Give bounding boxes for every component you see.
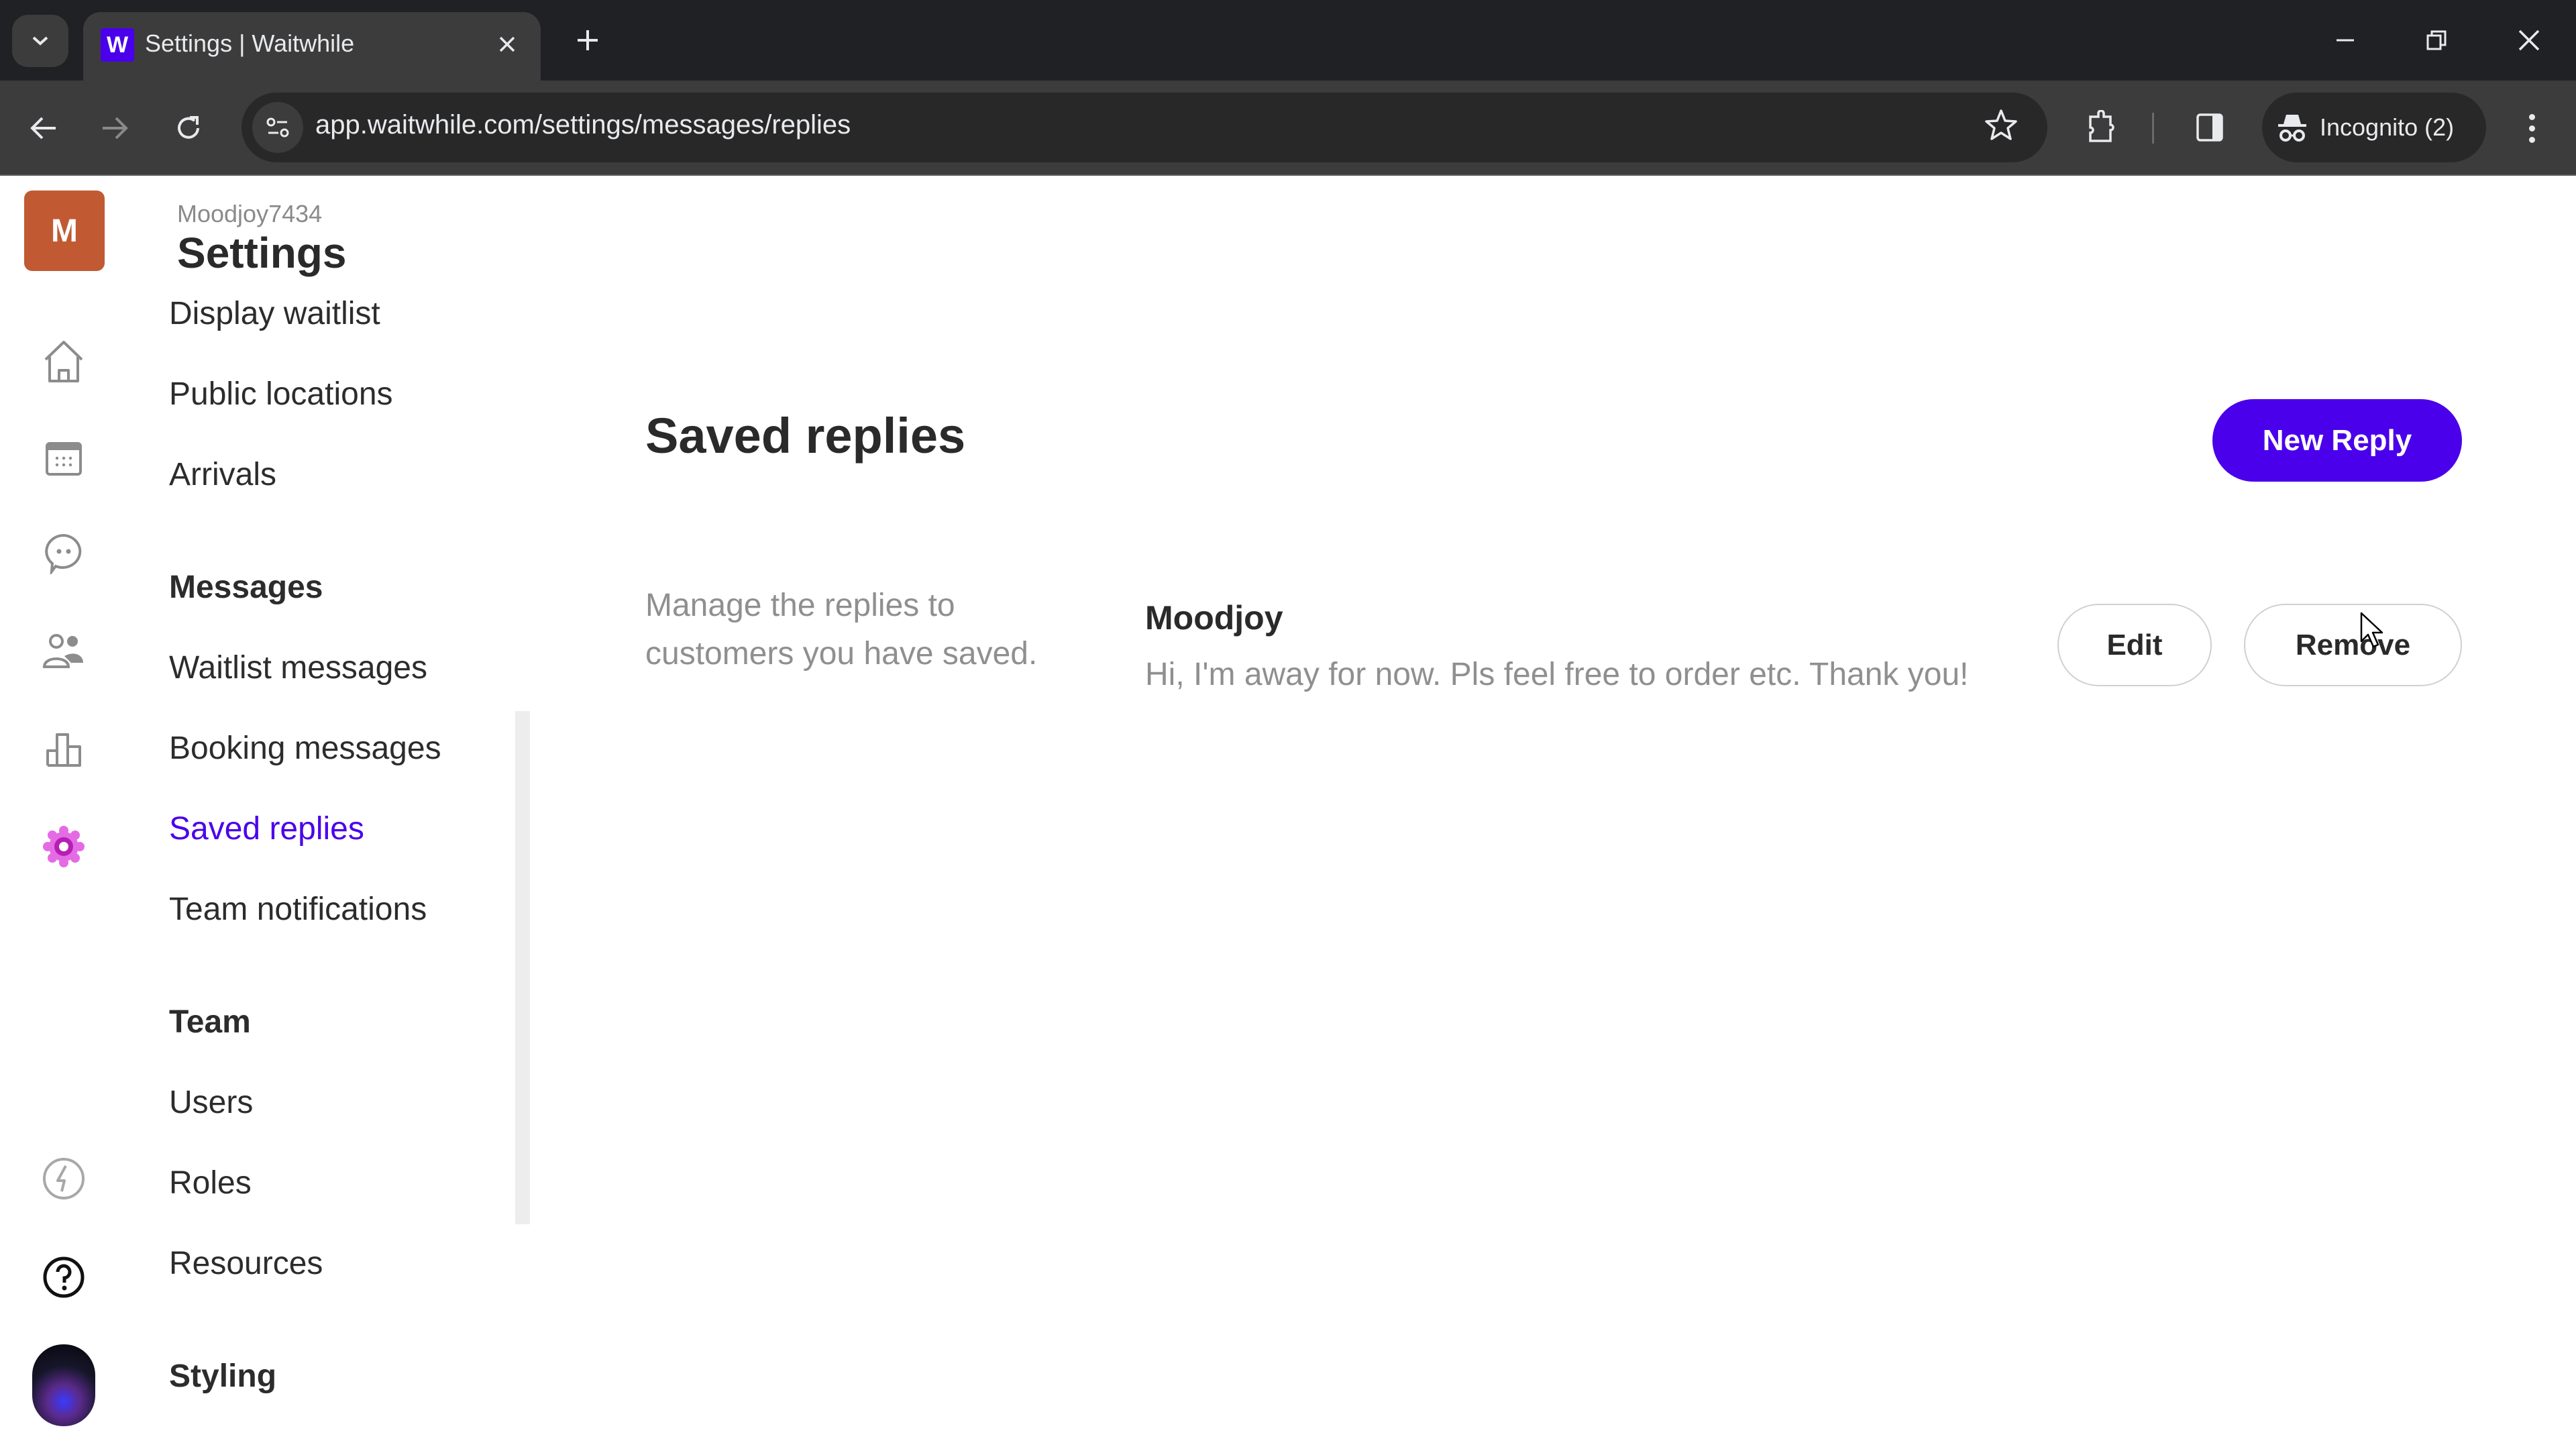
extensions-button[interactable] xyxy=(2080,106,2123,149)
page-title: Saved replies xyxy=(645,408,966,464)
plus-icon xyxy=(578,30,598,50)
help-icon xyxy=(43,1256,85,1298)
reload-icon xyxy=(178,116,199,139)
rail-home-button[interactable] xyxy=(37,335,91,388)
sidebar-heading-styling: Styling xyxy=(169,1358,277,1394)
rail-analytics-button[interactable] xyxy=(37,722,91,776)
users-icon xyxy=(42,634,83,668)
bookmark-button[interactable] xyxy=(1983,107,2019,152)
minimize-button[interactable] xyxy=(2318,13,2372,67)
kebab-icon xyxy=(2528,113,2535,120)
app-page: M Moodjoy7434 Settings Display waitlist … xyxy=(0,176,2576,1449)
chevron-down-icon xyxy=(32,36,48,46)
browser-tab[interactable]: W Settings | Waitwhile xyxy=(83,12,541,80)
sidebar-item-users[interactable]: Users xyxy=(169,1084,253,1121)
sidebar-scrollbar[interactable] xyxy=(515,711,530,1224)
page-description: Manage the replies to customers you have… xyxy=(645,588,1038,672)
back-button[interactable] xyxy=(20,105,67,152)
browser-toolbar: app.waitwhile.com/settings/messages/repl… xyxy=(0,80,2576,176)
site-info-button[interactable] xyxy=(252,102,303,153)
toolbar-separator xyxy=(2152,113,2154,144)
incognito-icon xyxy=(2278,115,2306,142)
forward-button[interactable] xyxy=(91,105,138,152)
sidebar-item-booking-messages[interactable]: Booking messages xyxy=(169,730,441,767)
sidebar-item-saved-replies[interactable]: Saved replies xyxy=(169,810,364,847)
incognito-label: Incognito (2) xyxy=(2320,113,2455,141)
rail-settings-button[interactable] xyxy=(37,820,91,873)
home-icon xyxy=(44,341,83,382)
chat-icon xyxy=(45,533,82,574)
sidebar-heading-team: Team xyxy=(169,1004,251,1040)
new-tab-button[interactable] xyxy=(568,20,608,60)
restore-button[interactable] xyxy=(2410,13,2463,67)
rail-whats-new-button[interactable] xyxy=(37,1152,91,1205)
rail-calendar-button[interactable] xyxy=(37,431,91,485)
incognito-indicator[interactable]: Incognito (2) xyxy=(2262,93,2486,162)
sidebar-item-resources[interactable]: Resources xyxy=(169,1245,323,1282)
rail-messages-button[interactable] xyxy=(37,526,91,580)
close-tab-button[interactable] xyxy=(488,25,526,63)
reload-button[interactable] xyxy=(165,105,212,152)
new-reply-button[interactable]: New Reply xyxy=(2212,399,2462,482)
url-text[interactable]: app.waitwhile.com/settings/messages/repl… xyxy=(315,110,851,140)
sidebar-heading-messages: Messages xyxy=(169,570,323,605)
reply-name: Moodjoy xyxy=(1145,599,1283,637)
sidebar-item-display-waitlist[interactable]: Display waitlist xyxy=(169,295,380,332)
side-panel-icon xyxy=(2196,113,2223,142)
settings-sidebar: Moodjoy7434 Settings Display waitlist Pu… xyxy=(127,176,530,1449)
sidebar-item-roles[interactable]: Roles xyxy=(169,1165,252,1201)
star-icon xyxy=(1985,109,2017,140)
restore-icon xyxy=(2426,30,2447,50)
tune-icon xyxy=(266,117,289,138)
arrow-left-icon xyxy=(30,117,56,140)
sidebar-item-arrivals[interactable]: Arrivals xyxy=(169,456,276,493)
sidebar-item-team-notifications[interactable]: Team notifications xyxy=(169,891,427,928)
user-avatar[interactable] xyxy=(32,1344,95,1426)
org-name: Moodjoy7434 xyxy=(177,200,323,227)
close-window-button[interactable] xyxy=(2502,13,2556,67)
reply-body: Hi, I'm away for now. Pls feel free to o… xyxy=(1145,657,1969,692)
sidebar-item-public-locations[interactable]: Public locations xyxy=(169,376,393,413)
minimize-icon xyxy=(2337,39,2354,42)
rail-customers-button[interactable] xyxy=(37,625,91,679)
puzzle-icon xyxy=(2089,110,2114,142)
org-avatar[interactable]: M xyxy=(24,191,105,271)
address-bar[interactable]: app.waitwhile.com/settings/messages/repl… xyxy=(241,93,2047,162)
edit-reply-button[interactable]: Edit xyxy=(2057,604,2212,686)
gear-icon xyxy=(43,826,85,867)
side-panel-button[interactable] xyxy=(2188,106,2231,149)
sidebar-item-waitlist-messages[interactable]: Waitlist messages xyxy=(169,649,427,686)
browser-tab-bar: W Settings | Waitwhile xyxy=(0,0,2576,80)
close-icon xyxy=(499,36,515,52)
arrow-right-icon xyxy=(103,117,128,140)
sidebar-title: Settings xyxy=(177,229,347,277)
main-content: Saved replies New Reply Manage the repli… xyxy=(530,176,2576,1449)
remove-reply-button[interactable]: Remove xyxy=(2244,604,2462,686)
lightning-icon xyxy=(43,1158,85,1199)
bar-chart-icon xyxy=(46,733,81,767)
tab-title: Settings | Waitwhile xyxy=(145,30,355,57)
rail-help-button[interactable] xyxy=(37,1250,91,1304)
tab-search-button[interactable] xyxy=(12,15,68,67)
mouse-cursor-icon xyxy=(2360,612,2383,648)
close-icon xyxy=(2518,30,2540,51)
calendar-icon xyxy=(46,442,82,476)
waitwhile-favicon-icon: W xyxy=(101,28,134,62)
browser-menu-button[interactable] xyxy=(2512,105,2552,152)
icon-rail: M xyxy=(0,176,127,1449)
